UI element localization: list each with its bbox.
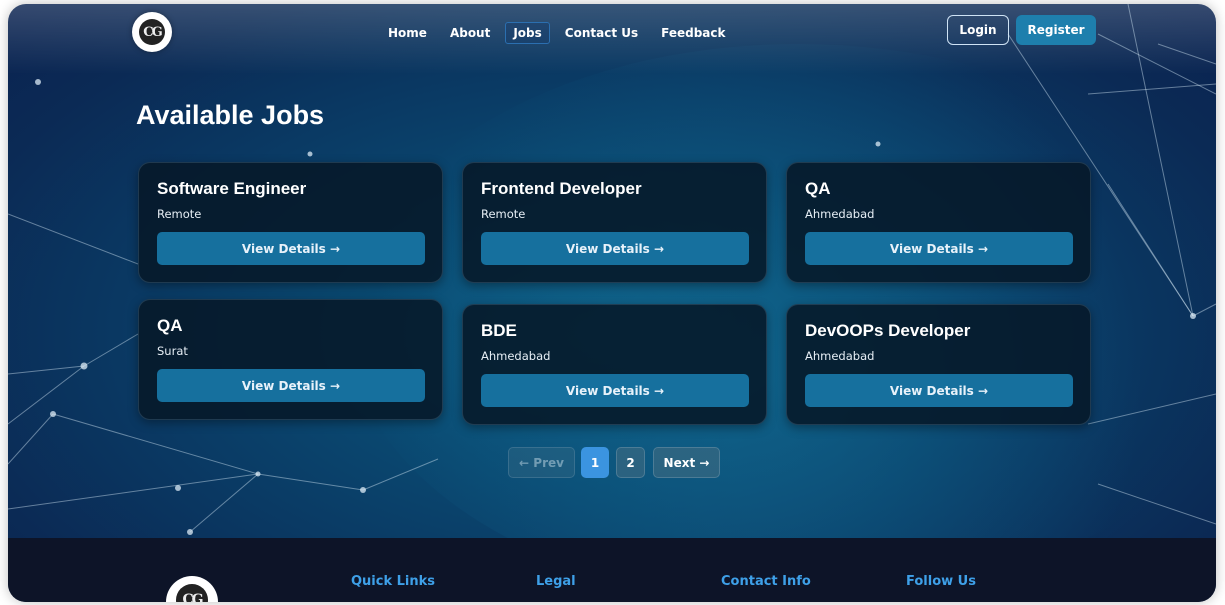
job-location: Ahmedabad bbox=[805, 207, 875, 221]
footer-heading-contact-info: Contact Info bbox=[721, 574, 811, 589]
brand-logo[interactable]: CG bbox=[132, 12, 172, 52]
job-location: Ahmedabad bbox=[805, 349, 875, 363]
nav-home[interactable]: Home bbox=[380, 22, 435, 44]
footer-heading-follow-us: Follow Us bbox=[906, 574, 976, 589]
footer-logo[interactable]: CG bbox=[166, 576, 218, 602]
job-card: Software Engineer Remote View Details → bbox=[138, 162, 443, 283]
view-details-button[interactable]: View Details → bbox=[805, 374, 1073, 407]
job-card: QA Surat View Details → bbox=[138, 299, 443, 420]
next-page-button[interactable]: Next → bbox=[653, 447, 720, 478]
main-nav: Home About Jobs Contact Us Feedback bbox=[380, 22, 734, 44]
job-card: Frontend Developer Remote View Details → bbox=[462, 162, 767, 283]
job-title: Software Engineer bbox=[157, 179, 307, 198]
job-location: Remote bbox=[157, 207, 202, 221]
view-details-button[interactable]: View Details → bbox=[481, 374, 749, 407]
job-card: BDE Ahmedabad View Details → bbox=[462, 304, 767, 425]
nav-feedback[interactable]: Feedback bbox=[653, 22, 733, 44]
nav-about[interactable]: About bbox=[442, 22, 498, 44]
login-button[interactable]: Login bbox=[947, 15, 1009, 45]
job-title: QA bbox=[805, 179, 831, 198]
view-details-button[interactable]: View Details → bbox=[805, 232, 1073, 265]
footer-heading-legal: Legal bbox=[536, 574, 576, 589]
view-details-button[interactable]: View Details → bbox=[481, 232, 749, 265]
page-frame: CG Home About Jobs Contact Us Feedback L… bbox=[8, 4, 1216, 602]
job-card: QA Ahmedabad View Details → bbox=[786, 162, 1091, 283]
footer: CG Quick Links Legal Contact Info Follow… bbox=[8, 538, 1216, 602]
page-title: Available Jobs bbox=[136, 100, 325, 130]
nav-contact-us[interactable]: Contact Us bbox=[557, 22, 646, 44]
page-1-button[interactable]: 1 bbox=[581, 447, 609, 478]
register-button[interactable]: Register bbox=[1016, 15, 1096, 45]
job-card: DevOOPs Developer Ahmedabad View Details… bbox=[786, 304, 1091, 425]
job-title: QA bbox=[157, 316, 183, 335]
job-title: DevOOPs Developer bbox=[805, 321, 971, 340]
view-details-button[interactable]: View Details → bbox=[157, 369, 425, 402]
job-location: Ahmedabad bbox=[481, 349, 551, 363]
footer-heading-quick-links: Quick Links bbox=[351, 574, 436, 589]
logo-mark: CG bbox=[139, 19, 165, 45]
view-details-button[interactable]: View Details → bbox=[157, 232, 425, 265]
prev-page-button[interactable]: ← Prev bbox=[508, 447, 575, 478]
job-location: Surat bbox=[157, 344, 188, 358]
footer-logo-mark: CG bbox=[176, 584, 208, 602]
job-title: BDE bbox=[481, 321, 517, 340]
job-title: Frontend Developer bbox=[481, 179, 642, 198]
job-location: Remote bbox=[481, 207, 526, 221]
page-2-button[interactable]: 2 bbox=[616, 447, 645, 478]
nav-jobs[interactable]: Jobs bbox=[505, 22, 550, 44]
